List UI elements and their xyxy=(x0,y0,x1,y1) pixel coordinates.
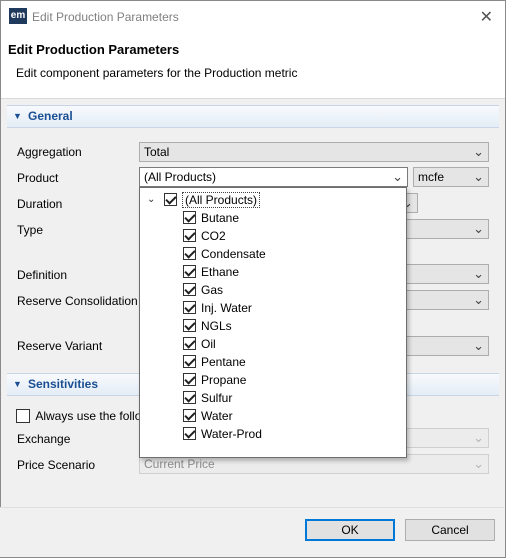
tree-item-product[interactable]: Butane xyxy=(183,210,239,228)
chevron-down-icon: ⌄ xyxy=(392,169,403,184)
tree-item-product[interactable]: CO2 xyxy=(183,228,226,246)
chevron-down-icon: ⌄ xyxy=(473,430,484,445)
reserve-consolidation-label: Reserve Consolidation xyxy=(17,294,138,308)
collapse-triangle-icon: ▼ xyxy=(13,111,22,121)
tree-item-label: Gas xyxy=(201,282,224,297)
tree-item-label: NGLs xyxy=(201,318,232,333)
close-icon[interactable]: ✕ xyxy=(480,7,493,27)
sensitivities-section-label: Sensitivities xyxy=(28,377,99,391)
product-unit-select[interactable]: mcfe ⌄ xyxy=(413,167,489,187)
always-use-label: Always use the follo xyxy=(35,408,142,423)
checkbox-checked-icon[interactable] xyxy=(183,391,196,405)
checkbox-checked-icon[interactable] xyxy=(183,229,196,243)
tree-item-product[interactable]: Condensate xyxy=(183,246,266,264)
reserve-variant-label: Reserve Variant xyxy=(17,339,103,353)
tree-item-label: Sulfur xyxy=(201,390,233,405)
price-scenario-label: Price Scenario xyxy=(17,458,96,472)
tree-item-product[interactable]: Ethane xyxy=(183,264,239,282)
collapse-triangle-icon: ▼ xyxy=(13,379,22,389)
checkbox-checked-icon[interactable] xyxy=(183,355,196,369)
chevron-down-icon: ⌄ xyxy=(473,456,484,471)
checkbox-checked-icon[interactable] xyxy=(183,301,196,315)
ok-button[interactable]: OK xyxy=(305,519,395,541)
tree-item-product[interactable]: Sulfur xyxy=(183,390,232,408)
definition-label: Definition xyxy=(17,268,68,282)
checkbox-checked-icon[interactable] xyxy=(183,373,196,387)
tree-item-product[interactable]: NGLs xyxy=(183,318,232,336)
tree-item-label: Ethane xyxy=(201,264,240,279)
chevron-down-icon: ⌄ xyxy=(473,221,484,236)
always-use-row[interactable]: Always use the follo xyxy=(16,408,141,423)
aggregation-select[interactable]: Total ⌄ xyxy=(139,142,489,162)
chevron-down-icon: ⌄ xyxy=(473,292,484,307)
general-section-label: General xyxy=(28,109,73,123)
checkbox-checked-icon[interactable] xyxy=(183,337,196,351)
tree-item-product[interactable]: Inj. Water xyxy=(183,300,252,318)
tree-item-label: (All Products) xyxy=(182,191,261,208)
tree-item-label: Oil xyxy=(201,336,216,351)
product-label: Product xyxy=(17,171,59,185)
expand-chevron-icon[interactable]: ⌄ xyxy=(147,194,155,205)
app-icon: em xyxy=(9,8,27,24)
chevron-down-icon: ⌄ xyxy=(473,144,484,159)
general-section-header[interactable]: ▼ General xyxy=(7,105,499,128)
tree-item-product[interactable]: Water-Prod xyxy=(183,426,262,444)
checkbox-checked-icon[interactable] xyxy=(183,211,196,225)
tree-item-label: Condensate xyxy=(201,246,266,261)
tree-item-label: Propane xyxy=(201,372,247,387)
tree-item-label: Water-Prod xyxy=(201,426,262,441)
checkbox-checked-icon[interactable] xyxy=(183,427,196,441)
checkbox-checked-icon[interactable] xyxy=(183,283,196,297)
aggregation-label: Aggregation xyxy=(17,145,82,159)
header-subtitle: Edit component parameters for the Produc… xyxy=(16,66,298,80)
cancel-button[interactable]: Cancel xyxy=(405,519,495,541)
tree-item-product[interactable]: Water xyxy=(183,408,233,426)
tree-item-product[interactable]: Propane xyxy=(183,372,246,390)
tree-item-label: CO2 xyxy=(201,228,226,243)
tree-item-product[interactable]: Pentane xyxy=(183,354,246,372)
type-label: Type xyxy=(17,223,44,237)
tree-item-label: Water xyxy=(201,408,233,423)
checkbox-checked-icon[interactable] xyxy=(183,247,196,261)
tree-item-label: Butane xyxy=(201,210,240,225)
tree-item-label: Inj. Water xyxy=(201,300,252,315)
checkbox-checked-icon[interactable] xyxy=(183,409,196,423)
tree-item-product[interactable]: Gas xyxy=(183,282,223,300)
title-bar: em Edit Production Parameters ✕ xyxy=(1,1,505,32)
price-scenario-value: Current Price xyxy=(144,457,215,471)
chevron-down-icon: ⌄ xyxy=(473,338,484,353)
exchange-label: Exchange xyxy=(17,432,71,446)
header-title: Edit Production Parameters xyxy=(8,42,180,57)
chevron-down-icon: ⌄ xyxy=(473,266,484,281)
checkbox-checked-icon[interactable] xyxy=(183,319,196,333)
product-dropdown-tree: ⌄ (All Products) Butane CO2 Condensate Etha… xyxy=(139,187,407,458)
dialog-header: Edit Production Parameters Edit componen… xyxy=(1,32,505,99)
duration-label: Duration xyxy=(17,197,63,211)
tree-item-product[interactable]: Oil xyxy=(183,336,216,354)
window-title: Edit Production Parameters xyxy=(32,10,179,24)
product-value: (All Products) xyxy=(144,170,217,184)
chevron-down-icon: ⌄ xyxy=(473,169,484,184)
product-unit-value: mcfe xyxy=(418,170,445,184)
product-select[interactable]: (All Products) ⌄ xyxy=(139,167,408,187)
always-use-checkbox[interactable] xyxy=(16,408,30,423)
aggregation-value: Total xyxy=(144,145,170,159)
tree-item-label: Pentane xyxy=(201,354,246,369)
tree-item-all-products[interactable]: (All Products) xyxy=(164,191,261,210)
checkbox-checked-icon[interactable] xyxy=(183,265,196,279)
checkbox-checked-icon[interactable] xyxy=(164,193,177,207)
